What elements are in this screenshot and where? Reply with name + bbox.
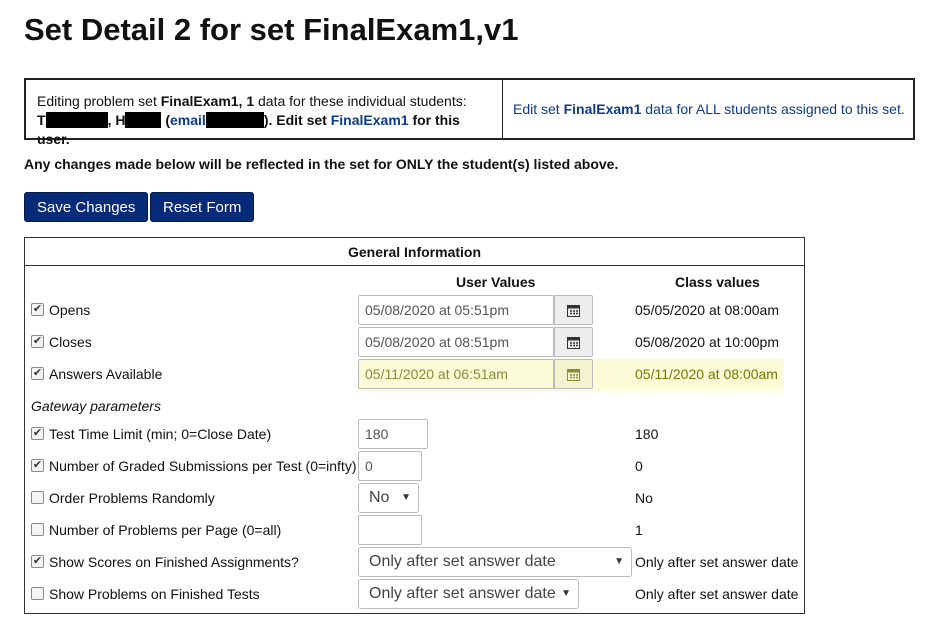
order-random-checkbox[interactable] <box>31 491 44 504</box>
student-name-1: T <box>37 112 46 128</box>
row-opens: ✔ Opens 05/08/2020 at 05:51pm 05/05/2020… <box>25 294 804 326</box>
opens-checkbox[interactable]: ✔ <box>31 303 44 316</box>
notice-text: Any changes made below will be reflected… <box>24 156 619 172</box>
row-problems-per-page: Number of Problems per Page (0=all) 1 <box>25 514 804 546</box>
calendar-icon <box>567 304 580 317</box>
time-limit-class-value: 180 <box>635 426 659 442</box>
chevron-down-icon: ▼ <box>401 492 411 503</box>
show-scores-select[interactable]: Only after set answer date ▼ <box>358 547 632 577</box>
page-title: Set Detail 2 for set FinalExam1,v1 <box>24 12 519 47</box>
row-closes: ✔ Closes 05/08/2020 at 08:51pm 05/08/202… <box>25 326 804 358</box>
edit-set-for-user-link[interactable]: FinalExam1 <box>331 112 409 128</box>
order-random-select[interactable]: No ▼ <box>358 483 419 513</box>
save-changes-button[interactable]: Save Changes <box>24 192 149 222</box>
calendar-icon <box>567 336 580 349</box>
answers-date-input[interactable]: 05/11/2020 at 06:51am <box>358 359 554 389</box>
info-text: ( <box>161 112 171 128</box>
closes-calendar-button[interactable] <box>554 327 593 357</box>
show-scores-class-value: Only after set answer date <box>635 554 799 570</box>
opens-label: Opens <box>49 302 91 318</box>
row-show-problems: Show Problems on Finished Tests Only aft… <box>25 578 804 610</box>
graded-subs-checkbox[interactable]: ✔ <box>31 459 44 472</box>
time-limit-label: Test Time Limit (min; 0=Close Date) <box>49 426 272 442</box>
student-name-2: , H <box>107 112 126 128</box>
row-time-limit: ✔ Test Time Limit (min; 0=Close Date) 18… <box>25 418 804 450</box>
chevron-down-icon: ▼ <box>561 588 571 599</box>
show-problems-checkbox[interactable] <box>31 587 44 600</box>
opens-class-value: 05/05/2020 at 08:00am <box>635 302 780 318</box>
redacted-block <box>205 112 264 128</box>
calendar-icon <box>567 368 580 381</box>
show-scores-checkbox[interactable]: ✔ <box>31 555 44 568</box>
row-graded-submissions: ✔ Number of Graded Submissions per Test … <box>25 450 804 482</box>
info-text: data for these individual students: <box>254 93 467 109</box>
redacted-block <box>45 112 108 128</box>
per-page-class-value: 1 <box>635 522 643 538</box>
order-random-selected: No <box>369 489 390 506</box>
closes-date-input[interactable]: 05/08/2020 at 08:51pm <box>358 327 554 357</box>
show-problems-label: Show Problems on Finished Tests <box>49 586 260 602</box>
graded-subs-class-value: 0 <box>635 458 643 474</box>
info-text: Editing problem set <box>37 93 161 109</box>
show-problems-class-value: Only after set answer date <box>635 586 799 602</box>
redacted-block <box>125 112 162 128</box>
time-limit-input[interactable]: 180 <box>358 419 428 449</box>
opens-date-input[interactable]: 05/08/2020 at 05:51pm <box>358 295 554 325</box>
answers-checkbox[interactable]: ✔ <box>31 367 44 380</box>
reset-form-button[interactable]: Reset Form <box>150 192 255 222</box>
panel-header: General Information <box>25 238 804 266</box>
order-random-class-value: No <box>635 490 653 506</box>
row-order-random: Order Problems Randomly No ▼ No <box>25 482 804 514</box>
show-problems-select[interactable]: Only after set answer date ▼ <box>358 579 579 609</box>
answers-class-value: 05/11/2020 at 08:00am <box>635 366 778 382</box>
edit-set-all-link[interactable]: FinalExam1 <box>564 101 642 117</box>
row-show-scores: ✔ Show Scores on Finished Assignments? O… <box>25 546 804 578</box>
graded-subs-input[interactable]: 0 <box>358 451 422 481</box>
opens-calendar-button[interactable] <box>554 295 593 325</box>
email-link[interactable]: email <box>170 112 206 128</box>
answers-label: Answers Available <box>49 366 163 382</box>
row-answers-available: ✔ Answers Available 05/11/2020 at 06:51a… <box>25 358 804 390</box>
edit-all-text: Edit set <box>513 101 564 117</box>
gateway-params-label: Gateway parameters <box>31 398 161 414</box>
closes-label: Closes <box>49 334 92 350</box>
show-scores-label: Show Scores on Finished Assignments? <box>49 554 299 570</box>
set-info-individual: Editing problem set FinalExam1, 1 data f… <box>26 80 503 147</box>
chevron-down-icon: ▼ <box>614 556 624 567</box>
closes-class-value: 05/08/2020 at 10:00pm <box>635 334 780 350</box>
closes-checkbox[interactable]: ✔ <box>31 335 44 348</box>
per-page-checkbox[interactable] <box>31 523 44 536</box>
user-values-header: User Values <box>456 274 536 290</box>
class-values-header: Class values <box>675 274 760 290</box>
per-page-input[interactable] <box>358 515 422 545</box>
show-scores-selected: Only after set answer date <box>369 553 556 570</box>
show-problems-selected: Only after set answer date <box>369 585 556 602</box>
graded-subs-label: Number of Graded Submissions per Test (0… <box>49 458 357 474</box>
order-random-label: Order Problems Randomly <box>49 490 215 506</box>
answers-calendar-button[interactable] <box>554 359 593 389</box>
set-info-all: Edit set FinalExam1 data for ALL student… <box>503 80 913 138</box>
edit-all-text: data for ALL students assigned to this s… <box>641 101 905 117</box>
set-version-name: FinalExam1, 1 <box>160 93 255 109</box>
info-text: ). Edit set <box>263 112 331 128</box>
set-info-box: Editing problem set FinalExam1, 1 data f… <box>24 78 915 147</box>
per-page-label: Number of Problems per Page (0=all) <box>49 522 282 538</box>
general-info-panel: General Information User Values Class va… <box>24 237 805 614</box>
time-limit-checkbox[interactable]: ✔ <box>31 427 44 440</box>
